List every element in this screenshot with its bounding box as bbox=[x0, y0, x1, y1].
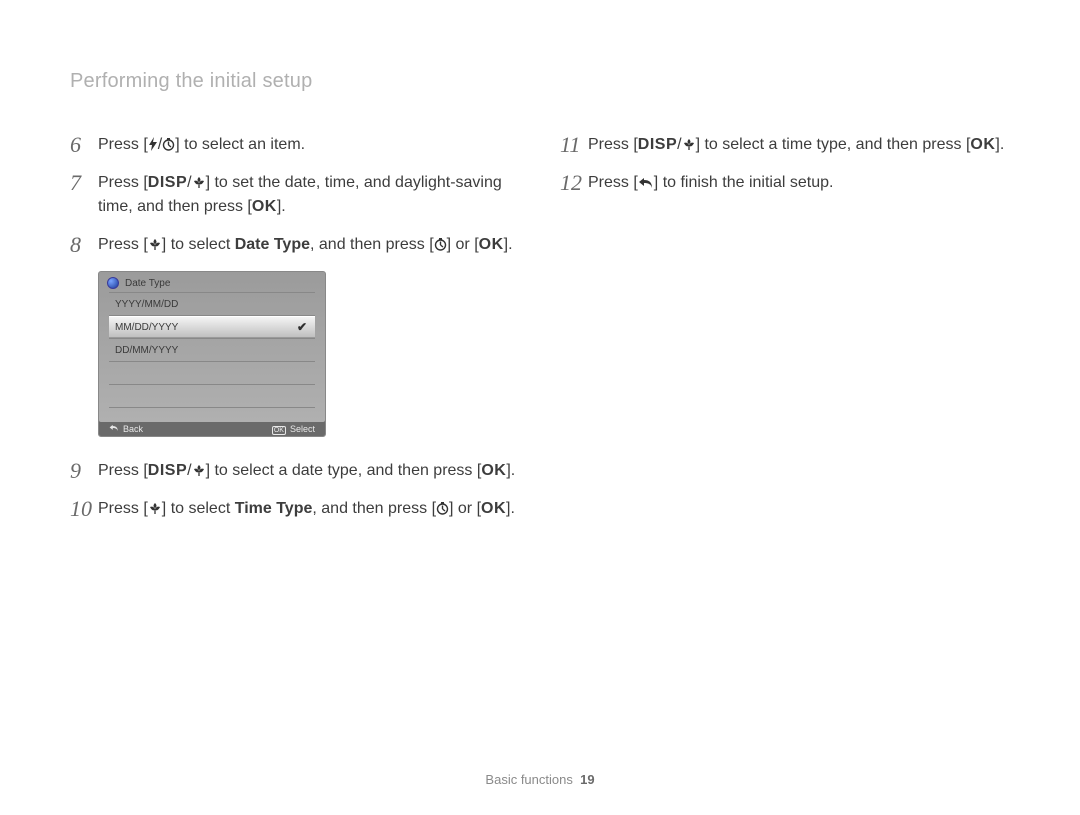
step-text: Press [DISP/] to set the date, time, and… bbox=[98, 171, 520, 219]
step: 8Press [] to select Date Type, and then … bbox=[70, 233, 520, 257]
bold-text: Date Type bbox=[235, 236, 310, 253]
step-text: Press [/] to select an item. bbox=[98, 133, 305, 157]
step: 10Press [] to select Time Type, and then… bbox=[70, 497, 520, 521]
ok-icon: OK bbox=[970, 133, 995, 157]
macro-icon bbox=[192, 174, 206, 191]
step: 9Press [DISP/] to select a date type, an… bbox=[70, 459, 520, 483]
bold-text: Time Type bbox=[235, 500, 313, 517]
lcd-option: DD/MM/YYYY bbox=[109, 339, 315, 362]
footer-section: Basic functions bbox=[485, 772, 572, 787]
step-number: 9 bbox=[70, 459, 98, 483]
lcd-option-list: YYYY/MM/DDMM/DD/YYYY✔DD/MM/YYYY bbox=[109, 292, 315, 408]
step-number: 8 bbox=[70, 233, 98, 257]
timer-icon bbox=[162, 136, 175, 153]
ok-icon: OK bbox=[479, 233, 504, 257]
step: 7Press [DISP/] to set the date, time, an… bbox=[70, 171, 520, 219]
step-number: 11 bbox=[560, 133, 588, 157]
macro-icon bbox=[148, 500, 162, 517]
content-columns: 6Press [/] to select an item.7Press [DIS… bbox=[70, 133, 1010, 535]
disp-icon: DISP bbox=[148, 459, 187, 483]
step-number: 6 bbox=[70, 133, 98, 157]
lcd-footer: Back OK Select bbox=[99, 422, 325, 436]
step-text: Press [] to finish the initial setup. bbox=[588, 171, 833, 195]
step: 11Press [DISP/] to select a time type, a… bbox=[560, 133, 1010, 157]
step-text: Press [] to select Time Type, and then p… bbox=[98, 497, 515, 521]
step-number: 10 bbox=[70, 497, 98, 521]
step-number: 12 bbox=[560, 171, 588, 195]
page-title: Performing the initial setup bbox=[70, 70, 1010, 93]
disp-icon: DISP bbox=[638, 133, 677, 157]
step-text: Press [DISP/] to select a date type, and… bbox=[98, 459, 515, 483]
lcd-header: Date Type bbox=[99, 272, 325, 292]
lcd-title: Date Type bbox=[125, 278, 170, 289]
lcd-option: YYYY/MM/DD bbox=[109, 293, 315, 316]
back-icon bbox=[109, 424, 119, 435]
lcd-option: MM/DD/YYYY✔ bbox=[109, 316, 315, 339]
ok-icon: OK bbox=[481, 497, 506, 521]
lcd-back-label: Back bbox=[123, 424, 143, 434]
timer-icon bbox=[434, 236, 447, 253]
ok-icon: OK bbox=[252, 195, 277, 219]
page-footer: Basic functions 19 bbox=[0, 772, 1080, 787]
lcd-header-icon bbox=[107, 277, 119, 289]
lcd-screen: Date Type YYYY/MM/DDMM/DD/YYYY✔DD/MM/YYYY… bbox=[98, 271, 326, 437]
ok-icon: OK bbox=[481, 459, 506, 483]
step-text: Press [] to select Date Type, and then p… bbox=[98, 233, 513, 257]
lcd-option bbox=[109, 362, 315, 385]
step: 12Press [] to finish the initial setup. bbox=[560, 171, 1010, 195]
manual-page: Performing the initial setup 6Press [/] … bbox=[0, 0, 1080, 815]
step: 6Press [/] to select an item. bbox=[70, 133, 520, 157]
back-icon bbox=[638, 174, 654, 191]
timer-icon bbox=[436, 500, 449, 517]
lcd-option bbox=[109, 385, 315, 408]
flash-icon bbox=[148, 136, 158, 153]
disp-icon: DISP bbox=[148, 171, 187, 195]
macro-icon bbox=[148, 236, 162, 253]
right-column: 11Press [DISP/] to select a time type, a… bbox=[560, 133, 1010, 535]
macro-icon bbox=[682, 136, 696, 153]
step-text: Press [DISP/] to select a time type, and… bbox=[588, 133, 1004, 157]
ok-icon: OK bbox=[272, 424, 286, 435]
macro-icon bbox=[192, 462, 206, 479]
left-column: 6Press [/] to select an item.7Press [DIS… bbox=[70, 133, 520, 535]
lcd-select-label: Select bbox=[290, 424, 315, 434]
footer-page-number: 19 bbox=[580, 772, 594, 787]
step-number: 7 bbox=[70, 171, 98, 195]
check-icon: ✔ bbox=[297, 320, 307, 334]
